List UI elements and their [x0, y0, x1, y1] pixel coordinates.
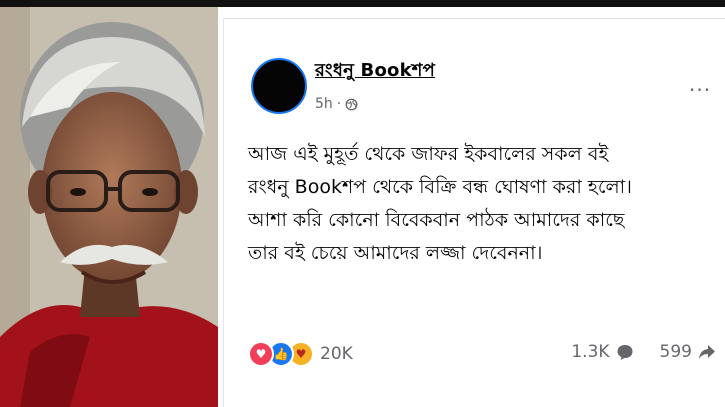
share-icon [699, 345, 715, 359]
more-options-icon[interactable]: ··· [689, 78, 711, 102]
top-border-strip [0, 0, 725, 7]
card-top-divider [224, 18, 725, 19]
post-body-text: আজ এই মুহূর্ত থেকে জাফর ইকবালের সকল বই র… [248, 143, 632, 264]
share-count[interactable]: 599 [660, 342, 692, 362]
globe-icon [345, 98, 358, 110]
reaction-summary[interactable]: ♥ 👍 ♥ 20K [248, 341, 353, 367]
portrait-photo [0, 7, 218, 407]
meta-separator: · [336, 96, 342, 112]
post-timestamp[interactable]: 5h [315, 96, 333, 112]
post-meta: 5h · [315, 96, 358, 112]
comment-count[interactable]: 1.3K [571, 342, 609, 362]
love-icon: ♥ [248, 341, 274, 367]
engagement-stats: 1.3K 599 [571, 342, 716, 362]
portrait-illustration [0, 7, 218, 407]
facebook-post-card: রংধনু Bookশপ 5h · ··· আজ এই মুহূর্ত থেকে… [223, 18, 725, 407]
reaction-count: 20K [320, 344, 353, 364]
comment-icon [617, 345, 633, 360]
page-name-link[interactable]: রংধনু Bookশপ [315, 56, 435, 87]
page-avatar[interactable] [251, 58, 307, 114]
